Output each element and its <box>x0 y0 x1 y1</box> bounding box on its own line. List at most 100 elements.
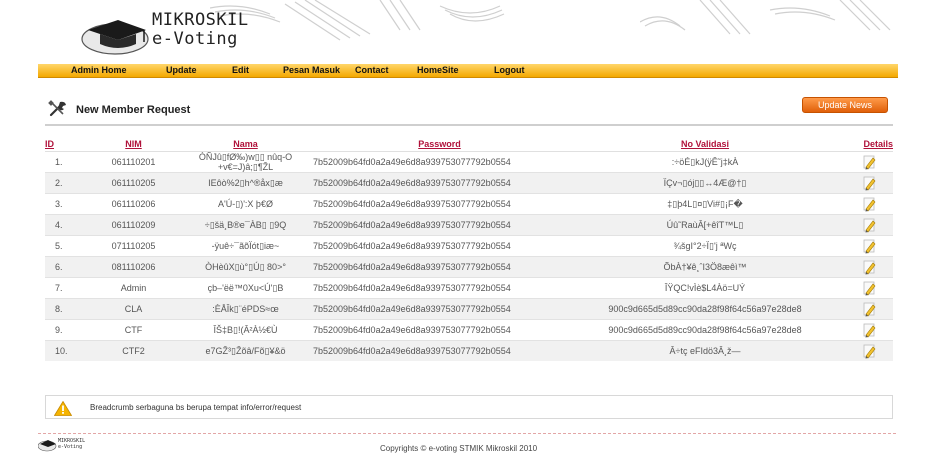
cell-details <box>844 339 893 361</box>
cell-details <box>844 192 893 214</box>
header: MIKROSKIL e-Voting <box>0 0 925 62</box>
cell-details <box>844 297 893 319</box>
table-row: 10. CTF2 e7GŽ³▯Žõâ/Fõ▯¥&ö 7b52009b64fd0a2a4… <box>45 339 893 361</box>
cell-nama: IEôò%2▯h^®åx▯æ <box>182 171 309 193</box>
pencil-edit-icon[interactable] <box>861 196 877 212</box>
cell-id: 8. <box>45 297 85 319</box>
table-row: 9. CTF ÎŠ‡B▯!(Â²À½€Ù 7b52009b64fd0a2a49e6d8… <box>45 318 893 340</box>
update-news-button[interactable]: Update News <box>802 97 888 113</box>
footer-logo-line-2: e-Voting <box>58 444 83 450</box>
table-row: 2. 061110205 IEôò%2▯h^®åx▯æ 7b52009b64fd0a2… <box>45 171 893 193</box>
member-request-table: ID NIM Nama Password No Validasi Details… <box>45 137 893 361</box>
cell-no-validasi: Â÷tç eFIdö3Â¸ž— <box>566 339 844 361</box>
cell-id: 1. <box>45 150 85 172</box>
cell-nim: 061110205 <box>85 171 182 193</box>
table-header-row: ID NIM Nama Password No Validasi Details <box>45 137 893 152</box>
cell-no-validasi: ÕbÀ†¥ê¸ˆI3Ö8æêì™ <box>566 255 844 277</box>
pencil-edit-icon[interactable] <box>861 238 877 254</box>
cell-nim: CTF2 <box>85 339 182 361</box>
cell-nama: ÒHèûX▯ù°▯Ú▯ 80>° <box>182 255 309 277</box>
page-title: New Member Request <box>76 104 191 116</box>
cell-details <box>844 318 893 340</box>
cell-password: 7b52009b64fd0a2a49e6d8a939753077792b0554 <box>309 255 566 277</box>
column-header-nim[interactable]: NIM <box>85 137 182 152</box>
header-decoration-right <box>640 0 891 35</box>
column-header-no-validasi[interactable]: No Validasi <box>566 137 844 152</box>
warning-icon <box>54 401 72 416</box>
pencil-edit-icon[interactable] <box>861 280 877 296</box>
cell-id: 5. <box>45 234 85 256</box>
cell-password: 7b52009b64fd0a2a49e6d8a939753077792b0554 <box>309 150 566 172</box>
cell-password: 7b52009b64fd0a2a49e6d8a939753077792b0554 <box>309 213 566 235</box>
cell-no-validasi: Úû˜RaùÂ[+êîT™L▯ <box>566 213 844 235</box>
cell-password: 7b52009b64fd0a2a49e6d8a939753077792b0554 <box>309 192 566 214</box>
table-row: 8. CLA:ÈÅÎk▯¨éPDS≈œ 7b52009b64fd0a2a49e6d8… <box>45 297 893 319</box>
cell-details <box>844 234 893 256</box>
cell-id: 4. <box>45 213 85 235</box>
pencil-edit-icon[interactable] <box>861 259 877 275</box>
cell-nama: çb–'ëë™0Xu<Ú'▯B <box>182 276 309 298</box>
cell-nama: ÓÑJû▯fØ‰)w▯▯ nûq-O +v€=J)â;▯¶ŽL <box>182 150 309 172</box>
cell-nim: 061110209 <box>85 213 182 235</box>
nav-homesite[interactable]: HomeSite <box>417 65 459 75</box>
table-row: 6. 081110206 ÒHèûX▯ù°▯Ú▯ 80>° 7b52009b64fd0… <box>45 255 893 277</box>
pencil-edit-icon[interactable] <box>861 175 877 191</box>
column-header-nama[interactable]: Nama <box>182 137 309 152</box>
cell-id: 7. <box>45 276 85 298</box>
column-header-id[interactable]: ID <box>45 137 85 152</box>
cell-id: 10. <box>45 339 85 361</box>
brand-line-1: MIKROSKIL <box>152 10 249 30</box>
cell-no-validasi: ¾šgI°2÷Ï▯'j ªWç <box>566 234 844 256</box>
cell-details <box>844 276 893 298</box>
cell-nim: Admin <box>85 276 182 298</box>
pencil-edit-icon[interactable] <box>861 343 877 359</box>
cell-nama: :ÈÅÎk▯¨éPDS≈œ <box>182 297 309 319</box>
footer-divider <box>38 433 896 434</box>
brand-line-2: e-Voting <box>152 29 238 49</box>
nav-logout[interactable]: Logout <box>494 65 525 75</box>
cell-id: 6. <box>45 255 85 277</box>
cell-no-validasi: ÎŸQC!vÌè$L4Àö=UÝ <box>566 276 844 298</box>
table-row: 7. Admin çb–'ëë™0Xu<Ú'▯B 7b52009b64fd0a2a49… <box>45 276 893 298</box>
pencil-edit-icon[interactable] <box>861 301 877 317</box>
cell-no-validasi: 900c9d665d5d89cc90da28f98f64c56a97e28de8 <box>566 318 844 340</box>
cell-nama: ÷▯šä¸B®e¯ÀB▯ ▯9Q <box>182 213 309 235</box>
cell-no-validasi: ÏÇv¬▯ój▯▯↔4Æ@†▯ <box>566 171 844 193</box>
pencil-edit-icon[interactable] <box>861 322 877 338</box>
cell-nama: e7GŽ³▯Žõâ/Fõ▯¥&ö <box>182 339 309 361</box>
cell-no-validasi: ‡▯þ4L▯¤▯Vi#▯¡F� <box>566 192 844 214</box>
main-nav: Admin Home Update Edit Pesan Masuk Conta… <box>38 64 898 78</box>
table-body: 1. 061110201 ÓÑJû▯fØ‰)w▯▯ nûq-O +v€=J)â;▯¶… <box>45 150 893 361</box>
cell-details <box>844 150 893 172</box>
cell-no-validasi: :÷öÉ▯kJ(ÿÊ˜j‡kÀ <box>566 150 844 172</box>
pencil-edit-icon[interactable] <box>861 217 877 233</box>
nav-admin-home[interactable]: Admin Home <box>71 65 127 75</box>
nav-contact[interactable]: Contact <box>355 65 389 75</box>
cell-nim: 081110206 <box>85 255 182 277</box>
tools-icon <box>48 100 66 117</box>
cell-nama: ÎŠ‡B▯!(Â²À½€Ù <box>182 318 309 340</box>
cell-nim: 061110201 <box>85 150 182 172</box>
breadcrumb-text: Breadcrumb serbaguna bs berupa tempat in… <box>90 403 302 412</box>
nav-pesan-masuk[interactable]: Pesan Masuk <box>283 65 340 75</box>
cell-password: 7b52009b64fd0a2a49e6d8a939753077792b0554 <box>309 276 566 298</box>
footer-logo-text: MIKROSKIL e-Voting <box>58 438 85 450</box>
column-header-password[interactable]: Password <box>309 137 566 152</box>
cell-id: 2. <box>45 171 85 193</box>
cell-nim: 061110206 <box>85 192 182 214</box>
nav-edit[interactable]: Edit <box>232 65 249 75</box>
cell-password: 7b52009b64fd0a2a49e6d8a939753077792b0554 <box>309 339 566 361</box>
column-header-details[interactable]: Details <box>844 137 893 152</box>
table-row: 1. 061110201 ÓÑJû▯fØ‰)w▯▯ nûq-O +v€=J)â;▯¶… <box>45 150 893 172</box>
cell-nim: CLA <box>85 297 182 319</box>
header-decoration <box>210 0 505 41</box>
cell-password: 7b52009b64fd0a2a49e6d8a939753077792b0554 <box>309 318 566 340</box>
graduation-cap-icon <box>81 20 149 55</box>
table-row: 3. 061110206 A'Ú-▯)':X þ€Ø 7b52009b64fd0a2a… <box>45 192 893 214</box>
nav-update[interactable]: Update <box>166 65 197 75</box>
pencil-edit-icon[interactable] <box>861 154 877 170</box>
cell-password: 7b52009b64fd0a2a49e6d8a939753077792b0554 <box>309 297 566 319</box>
cell-no-validasi: 900c9d665d5d89cc90da28f98f64c56a97e28de8 <box>566 297 844 319</box>
cell-password: 7b52009b64fd0a2a49e6d8a939753077792b0554 <box>309 234 566 256</box>
cell-details <box>844 171 893 193</box>
